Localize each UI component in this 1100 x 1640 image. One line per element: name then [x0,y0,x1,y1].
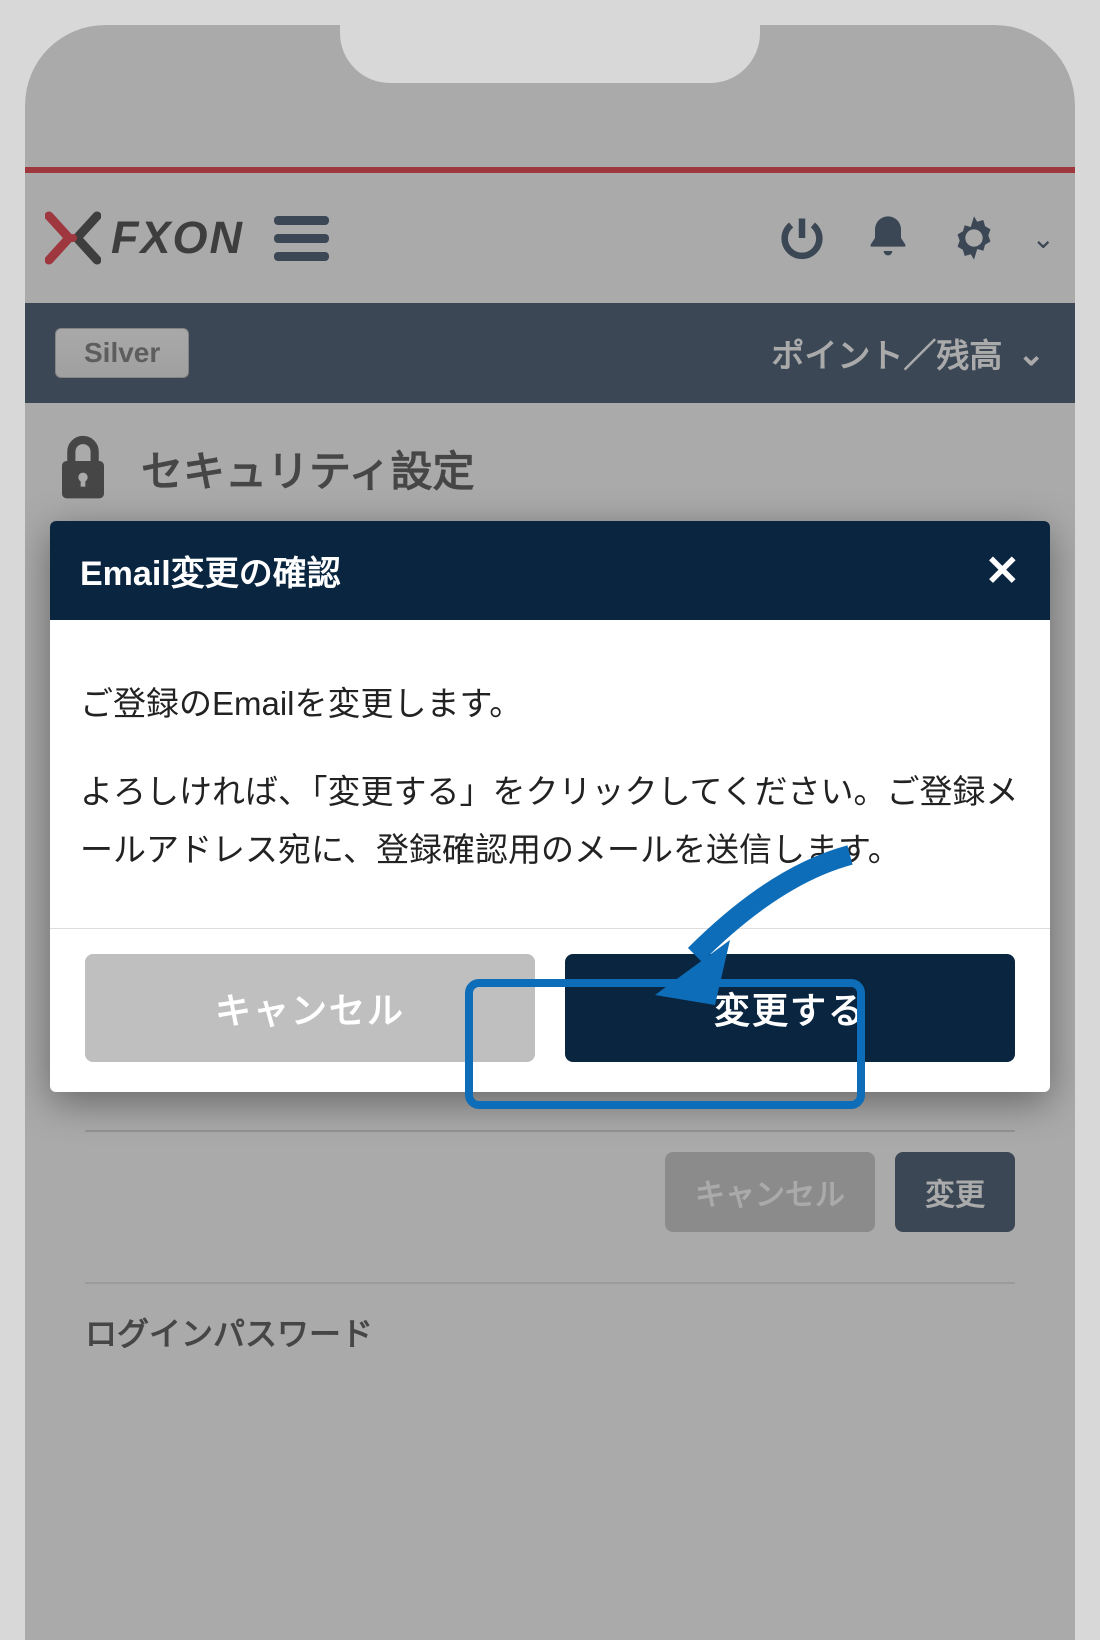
email-change-modal: Email変更の確認 ✕ ご登録のEmailを変更します。 よろしければ、「変更… [50,521,1050,1092]
modal-text-2: よろしければ、「変更する」をクリックしてください。ご登録メールアドレス宛に、登録… [80,763,1020,879]
modal-body: ご登録のEmailを変更します。 よろしければ、「変更する」をクリックしてくださ… [50,620,1050,929]
close-icon[interactable]: ✕ [985,550,1020,592]
modal-title: Email変更の確認 [80,546,341,595]
cancel-button[interactable]: キャンセル [85,954,535,1062]
modal-text-1: ご登録のEmailを変更します。 [80,675,1020,733]
modal-footer: キャンセル 変更する [50,929,1050,1092]
phone-notch [340,25,760,83]
confirm-button[interactable]: 変更する [565,954,1015,1062]
phone-frame: FXON [0,0,1100,1640]
modal-header: Email変更の確認 ✕ [50,521,1050,620]
